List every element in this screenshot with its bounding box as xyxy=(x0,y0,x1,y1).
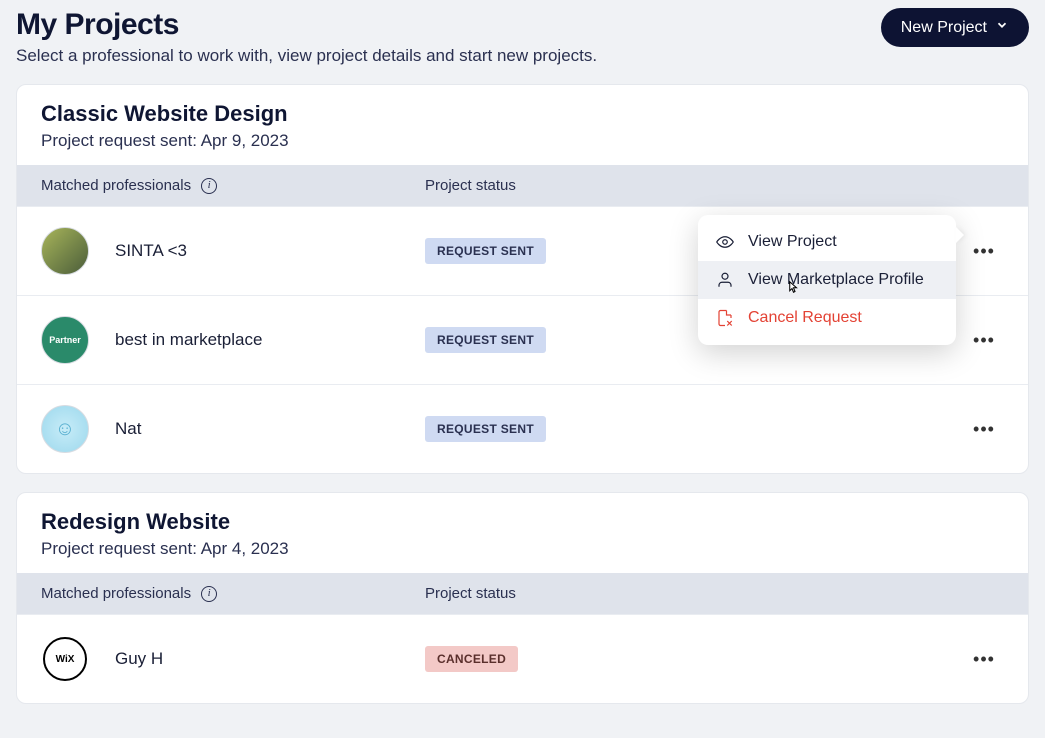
row-actions-menu: View Project View Marketplace Profile C xyxy=(698,215,956,345)
project-title: Classic Website Design xyxy=(41,101,1004,127)
status-badge: REQUEST SENT xyxy=(425,238,546,264)
menu-item-label: View Project xyxy=(748,233,837,251)
column-matched-label: Matched professionals xyxy=(41,585,191,602)
avatar: WiX xyxy=(43,637,87,681)
ellipsis-icon: ••• xyxy=(973,649,995,669)
menu-item-label: Cancel Request xyxy=(748,309,862,327)
avatar xyxy=(41,405,89,453)
professional-row: WiX Guy H CANCELED ••• xyxy=(17,614,1028,703)
more-actions-button[interactable]: ••• xyxy=(969,645,999,674)
info-icon[interactable]: i xyxy=(201,178,217,194)
project-card: Classic Website Design Project request s… xyxy=(16,84,1029,474)
column-matched-label: Matched professionals xyxy=(41,177,191,194)
menu-item-view-profile[interactable]: View Marketplace Profile xyxy=(698,261,956,299)
status-badge: REQUEST SENT xyxy=(425,416,546,442)
ellipsis-icon: ••• xyxy=(973,330,995,350)
page-subtitle: Select a professional to work with, view… xyxy=(16,46,597,66)
professional-name: best in marketplace xyxy=(115,330,262,350)
column-headers: Matched professionals i Project status xyxy=(17,165,1028,206)
menu-item-cancel-request[interactable]: Cancel Request xyxy=(698,299,956,337)
ellipsis-icon: ••• xyxy=(973,419,995,439)
page-title: My Projects xyxy=(16,8,597,42)
menu-item-view-project[interactable]: View Project xyxy=(698,223,956,261)
eye-icon xyxy=(716,233,734,251)
professional-name: Guy H xyxy=(115,649,163,669)
status-badge: REQUEST SENT xyxy=(425,327,546,353)
project-title: Redesign Website xyxy=(41,509,1004,535)
status-badge: CANCELED xyxy=(425,646,518,672)
page-header: My Projects Select a professional to wor… xyxy=(16,0,1029,84)
professional-row: Nat REQUEST SENT ••• xyxy=(17,384,1028,473)
column-status-label: Project status xyxy=(425,177,1004,194)
project-sent-label: Project request sent: Apr 4, 2023 xyxy=(41,539,1004,559)
cancel-file-icon xyxy=(716,309,734,327)
menu-item-label: View Marketplace Profile xyxy=(748,271,924,289)
new-project-label: New Project xyxy=(901,19,987,37)
avatar: Partner xyxy=(41,316,89,364)
more-actions-button[interactable]: ••• xyxy=(969,326,999,355)
column-status-label: Project status xyxy=(425,585,1004,602)
project-card: Redesign Website Project request sent: A… xyxy=(16,492,1029,704)
more-actions-button[interactable]: ••• xyxy=(969,237,999,266)
avatar xyxy=(41,227,89,275)
professional-name: SINTA <3 xyxy=(115,241,187,261)
professional-row: SINTA <3 REQUEST SENT ••• View Project xyxy=(17,206,1028,295)
info-icon[interactable]: i xyxy=(201,586,217,602)
project-sent-label: Project request sent: Apr 9, 2023 xyxy=(41,131,1004,151)
ellipsis-icon: ••• xyxy=(973,241,995,261)
new-project-button[interactable]: New Project xyxy=(881,8,1029,47)
user-icon xyxy=(716,271,734,289)
more-actions-button[interactable]: ••• xyxy=(969,415,999,444)
chevron-down-icon xyxy=(995,18,1009,37)
column-headers: Matched professionals i Project status xyxy=(17,573,1028,614)
professional-name: Nat xyxy=(115,419,141,439)
